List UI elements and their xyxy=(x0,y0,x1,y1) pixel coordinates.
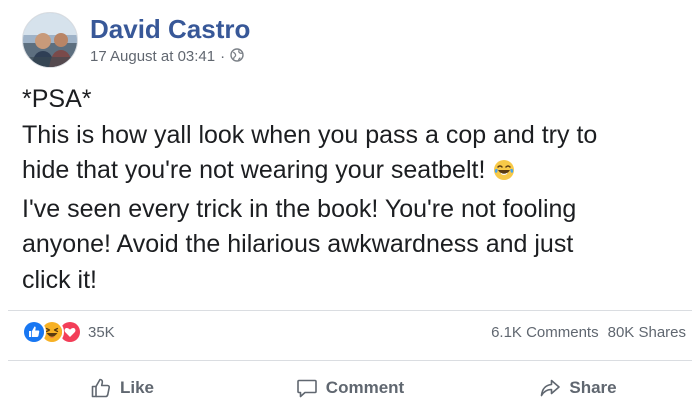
reactions-summary[interactable]: 35K xyxy=(22,320,115,344)
post-text-line: anyone! Avoid the hilarious awkwardness … xyxy=(22,230,574,259)
share-arrow-icon xyxy=(541,379,561,397)
share-button[interactable]: Share xyxy=(464,364,692,412)
post-meta: 17 August at 03:41 · xyxy=(90,47,250,67)
post-text-line: *PSA* xyxy=(22,85,92,113)
comments-count[interactable]: 6.1K Comments xyxy=(491,324,599,341)
stats-right: 6.1K Comments 80K Shares xyxy=(491,324,686,341)
post-body: *PSA* This is how yall look when you pas… xyxy=(22,82,682,299)
post-text-line: click it! xyxy=(22,265,97,294)
like-button[interactable]: Like xyxy=(8,364,236,412)
post-header: David Castro 17 August at 03:41 · xyxy=(22,12,250,68)
author-name[interactable]: David Castro xyxy=(90,14,250,44)
post-text-line-with-emoji: hide that you're not wearing your seatbe… xyxy=(22,153,682,192)
globe-icon[interactable] xyxy=(230,47,244,67)
post-text-line: This is how yall look when you pass a co… xyxy=(22,120,598,149)
timestamp[interactable]: 17 August at 03:41 xyxy=(90,48,215,66)
comment-button[interactable]: Comment xyxy=(236,364,464,412)
shares-count[interactable]: 80K Shares xyxy=(608,324,686,341)
profile-photo-icon xyxy=(23,13,77,67)
comment-bubble-icon xyxy=(296,379,317,398)
post-stats: 35K 6.1K Comments 80K Shares xyxy=(22,318,686,346)
reaction-count[interactable]: 35K xyxy=(88,324,115,341)
laughing-tears-emoji-icon xyxy=(493,156,515,192)
thumbs-up-icon xyxy=(91,378,110,398)
avatar[interactable] xyxy=(22,12,78,68)
divider xyxy=(8,310,692,311)
post-card: David Castro 17 August at 03:41 · *PSA* … xyxy=(0,0,700,415)
header-text: David Castro 17 August at 03:41 · xyxy=(90,14,250,67)
action-bar: Like Comment Share xyxy=(8,364,692,412)
like-reaction-icon xyxy=(22,320,46,344)
comment-label: Comment xyxy=(325,378,405,397)
meta-separator: · xyxy=(220,48,226,65)
divider xyxy=(8,360,692,361)
share-label: Share xyxy=(569,378,617,397)
like-label: Like xyxy=(119,378,155,397)
post-text-line: hide that you're not wearing your seatbe… xyxy=(22,156,486,185)
post-text-line: I've seen every trick in the book! You'r… xyxy=(22,194,577,223)
